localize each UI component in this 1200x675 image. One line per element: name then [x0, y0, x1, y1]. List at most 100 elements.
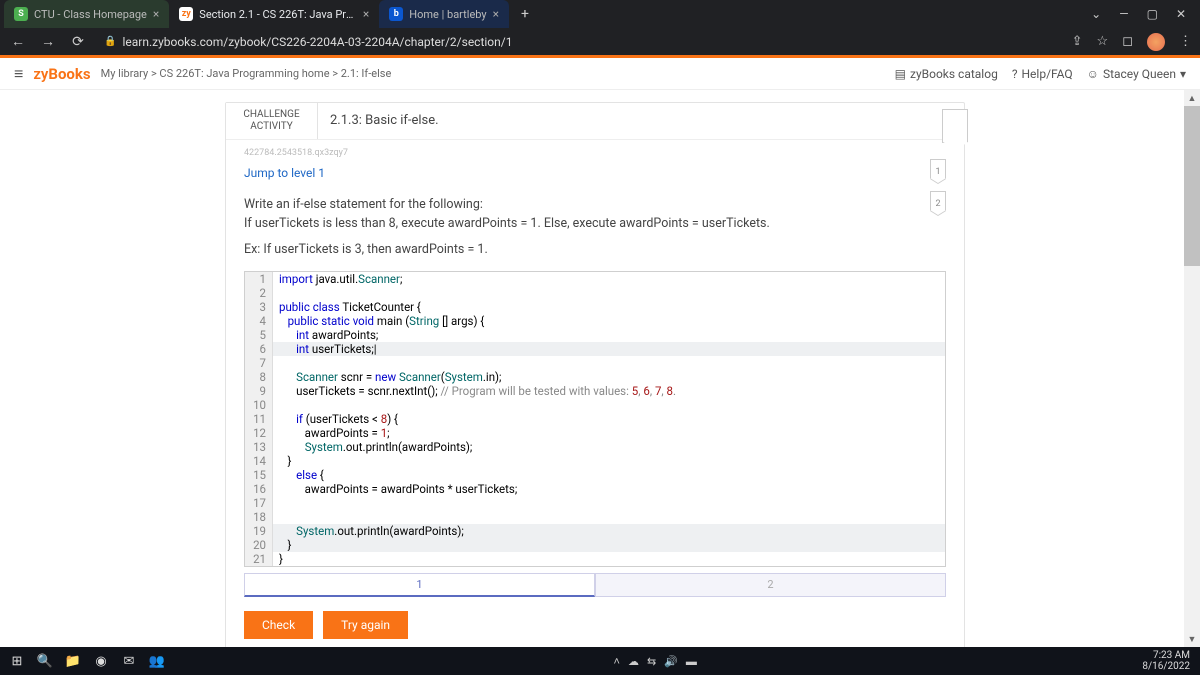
testcase-tab[interactable]: 1: [244, 573, 595, 597]
code-text[interactable]: awardPoints = 1;: [273, 426, 945, 440]
code-text[interactable]: System.out.println(awardPoints);: [273, 440, 945, 454]
code-text[interactable]: [273, 496, 945, 510]
tab-title: Home | bartleby: [409, 8, 486, 21]
code-line[interactable]: 5 int awardPoints;: [245, 328, 945, 342]
menu-icon[interactable]: ⋮: [1179, 34, 1192, 49]
code-text[interactable]: }: [273, 454, 945, 468]
code-text[interactable]: Scanner scnr = new Scanner(System.in);: [273, 370, 945, 384]
tab-title: Section 2.1 - CS 226T: Java Progr: [199, 8, 357, 21]
teams-icon[interactable]: 👥: [146, 650, 168, 672]
code-line[interactable]: 6 int userTickets;|: [245, 342, 945, 356]
code-line[interactable]: 8 Scanner scnr = new Scanner(System.in);: [245, 370, 945, 384]
code-line[interactable]: 4 public static void main (String [] arg…: [245, 314, 945, 328]
scrollbar-thumb[interactable]: [1184, 106, 1200, 266]
hamburger-icon[interactable]: ≡: [14, 64, 23, 84]
code-line[interactable]: 10: [245, 398, 945, 412]
code-text[interactable]: else {: [273, 468, 945, 482]
url-field[interactable]: 🔒 learn.zybooks.com/zybook/CS226-2204A-0…: [98, 35, 1062, 49]
code-text[interactable]: int awardPoints;: [273, 328, 945, 342]
testcase-tab[interactable]: 2: [595, 573, 946, 597]
catalog-link[interactable]: ▤ zyBooks catalog: [895, 67, 998, 81]
minimize-icon[interactable]: —: [1119, 7, 1128, 21]
new-tab-button[interactable]: +: [515, 4, 535, 24]
code-text[interactable]: [273, 510, 945, 524]
stop-square-icon[interactable]: ◻: [1122, 34, 1133, 49]
code-text[interactable]: import java.util.Scanner;: [273, 272, 945, 286]
code-line[interactable]: 11 if (userTickets < 8) {: [245, 412, 945, 426]
cloud-icon[interactable]: ☁: [628, 655, 639, 668]
chevron-down-icon[interactable]: ⌄: [1091, 7, 1101, 21]
code-line[interactable]: 9 userTickets = scnr.nextInt(); // Progr…: [245, 384, 945, 398]
code-text[interactable]: int userTickets;|: [273, 342, 945, 356]
close-icon[interactable]: ×: [153, 7, 159, 21]
code-text[interactable]: }: [273, 552, 945, 566]
code-line[interactable]: 3public class TicketCounter {: [245, 300, 945, 314]
code-text[interactable]: [273, 286, 945, 300]
line-number: 12: [245, 426, 273, 440]
code-text[interactable]: }: [273, 538, 945, 552]
close-icon[interactable]: ×: [493, 7, 499, 21]
code-text[interactable]: public static void main (String [] args)…: [273, 314, 945, 328]
code-text[interactable]: if (userTickets < 8) {: [273, 412, 945, 426]
line-number: 9: [245, 384, 273, 398]
challenge-activity-card: CHALLENGE ACTIVITY 2.1.3: Basic if-else.…: [225, 102, 965, 647]
browser-tab[interactable]: S CTU - Class Homepage ×: [4, 0, 169, 28]
code-line[interactable]: 2: [245, 286, 945, 300]
star-icon[interactable]: ☆: [1097, 34, 1109, 49]
step-marker[interactable]: 2: [930, 191, 946, 211]
breadcrumb[interactable]: My library > CS 226T: Java Programming h…: [101, 67, 392, 80]
scrollbar-track[interactable]: ▲ ▼: [1184, 90, 1200, 647]
lock-icon: 🔒: [104, 36, 116, 47]
code-line[interactable]: 21}: [245, 552, 945, 566]
browser-tab[interactable]: b Home | bartleby ×: [379, 0, 509, 28]
code-line[interactable]: 16 awardPoints = awardPoints * userTicke…: [245, 482, 945, 496]
wifi-icon[interactable]: ⇆: [647, 655, 656, 668]
code-line[interactable]: 19 System.out.println(awardPoints);: [245, 524, 945, 538]
chevron-up-icon[interactable]: ˄: [614, 655, 620, 668]
code-text[interactable]: awardPoints = awardPoints * userTickets;: [273, 482, 945, 496]
browser-tab[interactable]: zy Section 2.1 - CS 226T: Java Progr ×: [169, 0, 379, 28]
jump-to-level-link[interactable]: Jump to level 1: [226, 162, 964, 184]
scroll-down-icon[interactable]: ▼: [1184, 631, 1200, 647]
zybooks-logo[interactable]: zyBooks: [33, 65, 90, 83]
user-menu[interactable]: ☺ Stacey Queen ▾: [1087, 67, 1186, 81]
share-icon[interactable]: ⇪: [1072, 34, 1083, 49]
profile-avatar[interactable]: [1147, 33, 1165, 51]
code-line[interactable]: 17: [245, 496, 945, 510]
code-text[interactable]: [273, 398, 945, 412]
try-again-button[interactable]: Try again: [323, 611, 408, 639]
code-line[interactable]: 1import java.util.Scanner;: [245, 272, 945, 286]
mail-icon[interactable]: ✉: [118, 650, 140, 672]
forward-button[interactable]: →: [38, 33, 58, 50]
code-text[interactable]: [273, 356, 945, 370]
code-text[interactable]: userTickets = scnr.nextInt(); // Program…: [273, 384, 945, 398]
code-line[interactable]: 7: [245, 356, 945, 370]
search-icon[interactable]: 🔍: [34, 650, 56, 672]
start-button[interactable]: ⊞: [6, 650, 28, 672]
line-number: 15: [245, 468, 273, 482]
volume-icon[interactable]: 🔊: [664, 655, 678, 668]
help-link[interactable]: ? Help/FAQ: [1012, 67, 1073, 81]
code-line[interactable]: 18: [245, 510, 945, 524]
code-editor[interactable]: 1import java.util.Scanner;2 3public clas…: [244, 271, 946, 567]
scroll-up-icon[interactable]: ▲: [1184, 90, 1200, 106]
code-text[interactable]: public class TicketCounter {: [273, 300, 945, 314]
code-line[interactable]: 20 }: [245, 538, 945, 552]
code-line[interactable]: 14 }: [245, 454, 945, 468]
file-explorer-icon[interactable]: 📁: [62, 650, 84, 672]
check-button[interactable]: Check: [244, 611, 313, 639]
taskbar-clock[interactable]: 7:23 AM 8/16/2022: [1142, 650, 1194, 672]
activity-type-badge: CHALLENGE ACTIVITY: [226, 103, 318, 139]
back-button[interactable]: ←: [8, 33, 28, 50]
step-marker[interactable]: 1: [930, 159, 946, 179]
code-text[interactable]: System.out.println(awardPoints);: [273, 524, 945, 538]
code-line[interactable]: 13 System.out.println(awardPoints);: [245, 440, 945, 454]
code-line[interactable]: 15 else {: [245, 468, 945, 482]
close-window-icon[interactable]: ✕: [1176, 7, 1186, 21]
close-icon[interactable]: ×: [363, 7, 369, 21]
chrome-icon[interactable]: ◉: [90, 650, 112, 672]
code-line[interactable]: 12 awardPoints = 1;: [245, 426, 945, 440]
maximize-icon[interactable]: ▢: [1147, 7, 1158, 21]
reload-button[interactable]: ⟳: [68, 34, 88, 50]
battery-icon[interactable]: ▬: [686, 655, 697, 668]
